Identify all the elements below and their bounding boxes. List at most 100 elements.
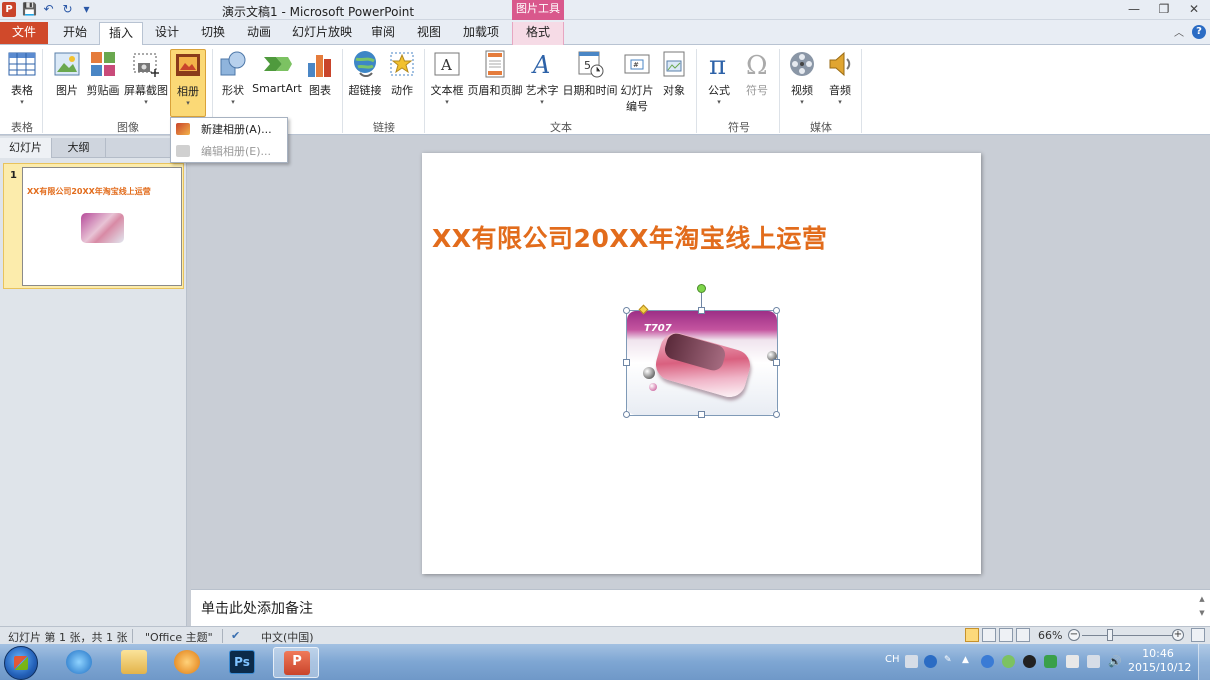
status-bar: 幻灯片 第 1 张，共 1 张 "Office 主题" ✔ 中文(中国) 66%… xyxy=(0,626,1210,644)
taskbar-explorer[interactable] xyxy=(111,647,157,678)
ribbon-tabs: 文件 开始 插入 设计 切换 动画 幻灯片放映 审阅 视图 加载项 格式 xyxy=(0,20,1210,46)
hyperlink-button[interactable]: 超链接 xyxy=(348,49,382,98)
taskbar-ie[interactable] xyxy=(56,647,102,678)
start-button[interactable] xyxy=(4,646,38,680)
system-clock[interactable]: 10:46 2015/10/12 xyxy=(1128,647,1191,675)
tray-expand-icon[interactable]: ▲ xyxy=(962,655,975,668)
slide-title[interactable]: XX有限公司20XX年淘宝线上运营 xyxy=(432,219,827,255)
slide-canvas[interactable]: XX有限公司20XX年淘宝线上运营 T707 xyxy=(422,153,981,574)
symbol-button[interactable]: Ω 符号 xyxy=(740,49,774,98)
slide-thumbnail-selected[interactable]: 1 XX有限公司20XX年淘宝线上运营 xyxy=(3,163,184,289)
resize-handle-bottom-right[interactable] xyxy=(773,411,780,418)
taskbar-photoshop[interactable]: Ps xyxy=(219,647,265,678)
notes-scrollbar[interactable]: ▲ ▼ xyxy=(1196,592,1208,620)
new-album-menu-item[interactable]: 新建相册(A)... xyxy=(171,119,287,140)
audio-button[interactable]: 音频 ▾ xyxy=(824,49,856,106)
shapes-button[interactable]: 形状 ▾ xyxy=(216,49,250,106)
tab-transitions[interactable]: 切换 xyxy=(192,22,234,45)
security-shield-icon[interactable] xyxy=(1044,655,1057,668)
close-button[interactable]: ✕ xyxy=(1186,2,1202,16)
minimize-button[interactable]: — xyxy=(1126,2,1142,16)
video-button[interactable]: 视频 ▾ xyxy=(786,49,818,106)
fit-to-window-button[interactable] xyxy=(1191,628,1205,642)
zoom-level[interactable]: 66% xyxy=(1038,629,1062,642)
redo-icon[interactable]: ↻ xyxy=(60,2,75,17)
smartart-button[interactable]: SmartArt xyxy=(252,49,302,95)
keyboard-icon[interactable] xyxy=(905,655,918,668)
chart-icon xyxy=(308,55,331,77)
minimize-ribbon-icon[interactable]: ︿ xyxy=(1174,24,1184,39)
resize-handle-top-right[interactable] xyxy=(773,307,780,314)
resize-handle-top-left[interactable] xyxy=(623,307,630,314)
ime-indicator[interactable]: CH xyxy=(885,654,900,665)
volume-icon[interactable]: 🔊 xyxy=(1108,655,1122,668)
textbox-button[interactable]: A 文本框 ▾ xyxy=(430,49,464,106)
notes-placeholder[interactable]: 单击此处添加备注 xyxy=(201,598,313,618)
zoom-slider[interactable] xyxy=(1082,635,1172,636)
picture-icon xyxy=(54,52,80,76)
tab-outline[interactable]: 大纲 xyxy=(52,138,106,158)
tab-review[interactable]: 审阅 xyxy=(362,22,404,45)
help-tray-icon[interactable] xyxy=(924,655,937,668)
tab-slides[interactable]: 幻灯片 xyxy=(0,138,52,158)
taskbar-powerpoint[interactable]: P xyxy=(273,647,319,678)
tab-view[interactable]: 视图 xyxy=(408,22,450,45)
status-language[interactable]: 中文(中国) xyxy=(261,629,314,645)
zoom-slider-thumb[interactable] xyxy=(1107,629,1113,641)
date-time-button[interactable]: 5 日期和时间 xyxy=(562,49,618,98)
screenshot-button[interactable]: 屏幕截图 ▾ xyxy=(124,49,168,106)
wordart-button[interactable]: A 艺术字 ▾ xyxy=(525,49,559,106)
qq-icon[interactable] xyxy=(1023,655,1036,668)
clipart-button[interactable]: 剪贴画 xyxy=(86,49,120,98)
restore-button[interactable]: ❐ xyxy=(1156,2,1172,16)
tab-animations[interactable]: 动画 xyxy=(238,22,280,45)
powerpoint-app-icon[interactable]: P xyxy=(2,2,16,17)
resize-handle-bottom[interactable] xyxy=(698,411,705,418)
tab-file[interactable]: 文件 xyxy=(0,22,48,44)
notes-pane[interactable]: 单击此处添加备注 ▲ ▼ xyxy=(191,589,1210,626)
action-star-icon xyxy=(390,52,414,76)
resize-handle-right[interactable] xyxy=(773,359,780,366)
zoom-in-button[interactable]: + xyxy=(1172,629,1184,641)
tab-slideshow[interactable]: 幻灯片放映 xyxy=(288,22,356,45)
taskbar-media-player[interactable] xyxy=(164,647,210,678)
slide-number-button[interactable]: # 幻灯片 编号 xyxy=(620,49,654,114)
slide-thumbnail[interactable]: XX有限公司20XX年淘宝线上运营 xyxy=(22,167,182,286)
tab-home[interactable]: 开始 xyxy=(54,22,96,45)
undo-icon[interactable]: ↶ xyxy=(41,2,56,17)
header-footer-button[interactable]: 页眉和页脚 xyxy=(467,49,523,98)
show-desktop-button[interactable] xyxy=(1198,644,1210,680)
spellcheck-icon[interactable]: ✔ xyxy=(231,629,240,642)
picture-button[interactable]: 图片 xyxy=(50,49,84,98)
chart-button[interactable]: 图表 xyxy=(304,49,336,98)
green-plus-icon[interactable] xyxy=(1002,655,1015,668)
save-icon[interactable]: 💾 xyxy=(22,2,37,17)
network-icon[interactable] xyxy=(1087,655,1100,668)
tab-format[interactable]: 格式 xyxy=(512,22,564,45)
customize-qat-icon[interactable]: ▾ xyxy=(79,2,94,17)
resize-handle-bottom-left[interactable] xyxy=(623,411,630,418)
table-button[interactable]: 表格 ▾ xyxy=(6,49,38,106)
object-button[interactable]: 对象 xyxy=(658,49,690,98)
tab-design[interactable]: 设计 xyxy=(146,22,188,45)
tab-addins[interactable]: 加载项 xyxy=(458,22,504,45)
resize-handle-left[interactable] xyxy=(623,359,630,366)
equation-button[interactable]: π 公式 ▾ xyxy=(702,49,736,106)
rotate-handle[interactable] xyxy=(697,284,706,293)
zoom-out-button[interactable]: − xyxy=(1068,629,1080,641)
edit-album-menu-item[interactable]: 编辑相册(E)... xyxy=(171,141,287,162)
pi-equation-icon: π xyxy=(709,51,726,79)
normal-view-button[interactable] xyxy=(965,628,979,642)
user-icon[interactable] xyxy=(981,655,994,668)
tab-insert[interactable]: 插入 xyxy=(99,22,143,46)
status-theme[interactable]: "Office 主题" xyxy=(145,629,213,645)
slide-sorter-view-button[interactable] xyxy=(982,628,996,642)
photo-album-button[interactable]: 相册 ▾ xyxy=(170,49,206,117)
help-icon[interactable]: ? xyxy=(1192,24,1206,39)
resize-handle-top[interactable] xyxy=(698,307,705,314)
action-button[interactable]: 动作 xyxy=(386,49,418,98)
pen-icon[interactable]: ✎ xyxy=(944,655,957,668)
reading-view-button[interactable] xyxy=(999,628,1013,642)
action-center-flag-icon[interactable] xyxy=(1066,655,1079,668)
slideshow-view-button[interactable] xyxy=(1016,628,1030,642)
